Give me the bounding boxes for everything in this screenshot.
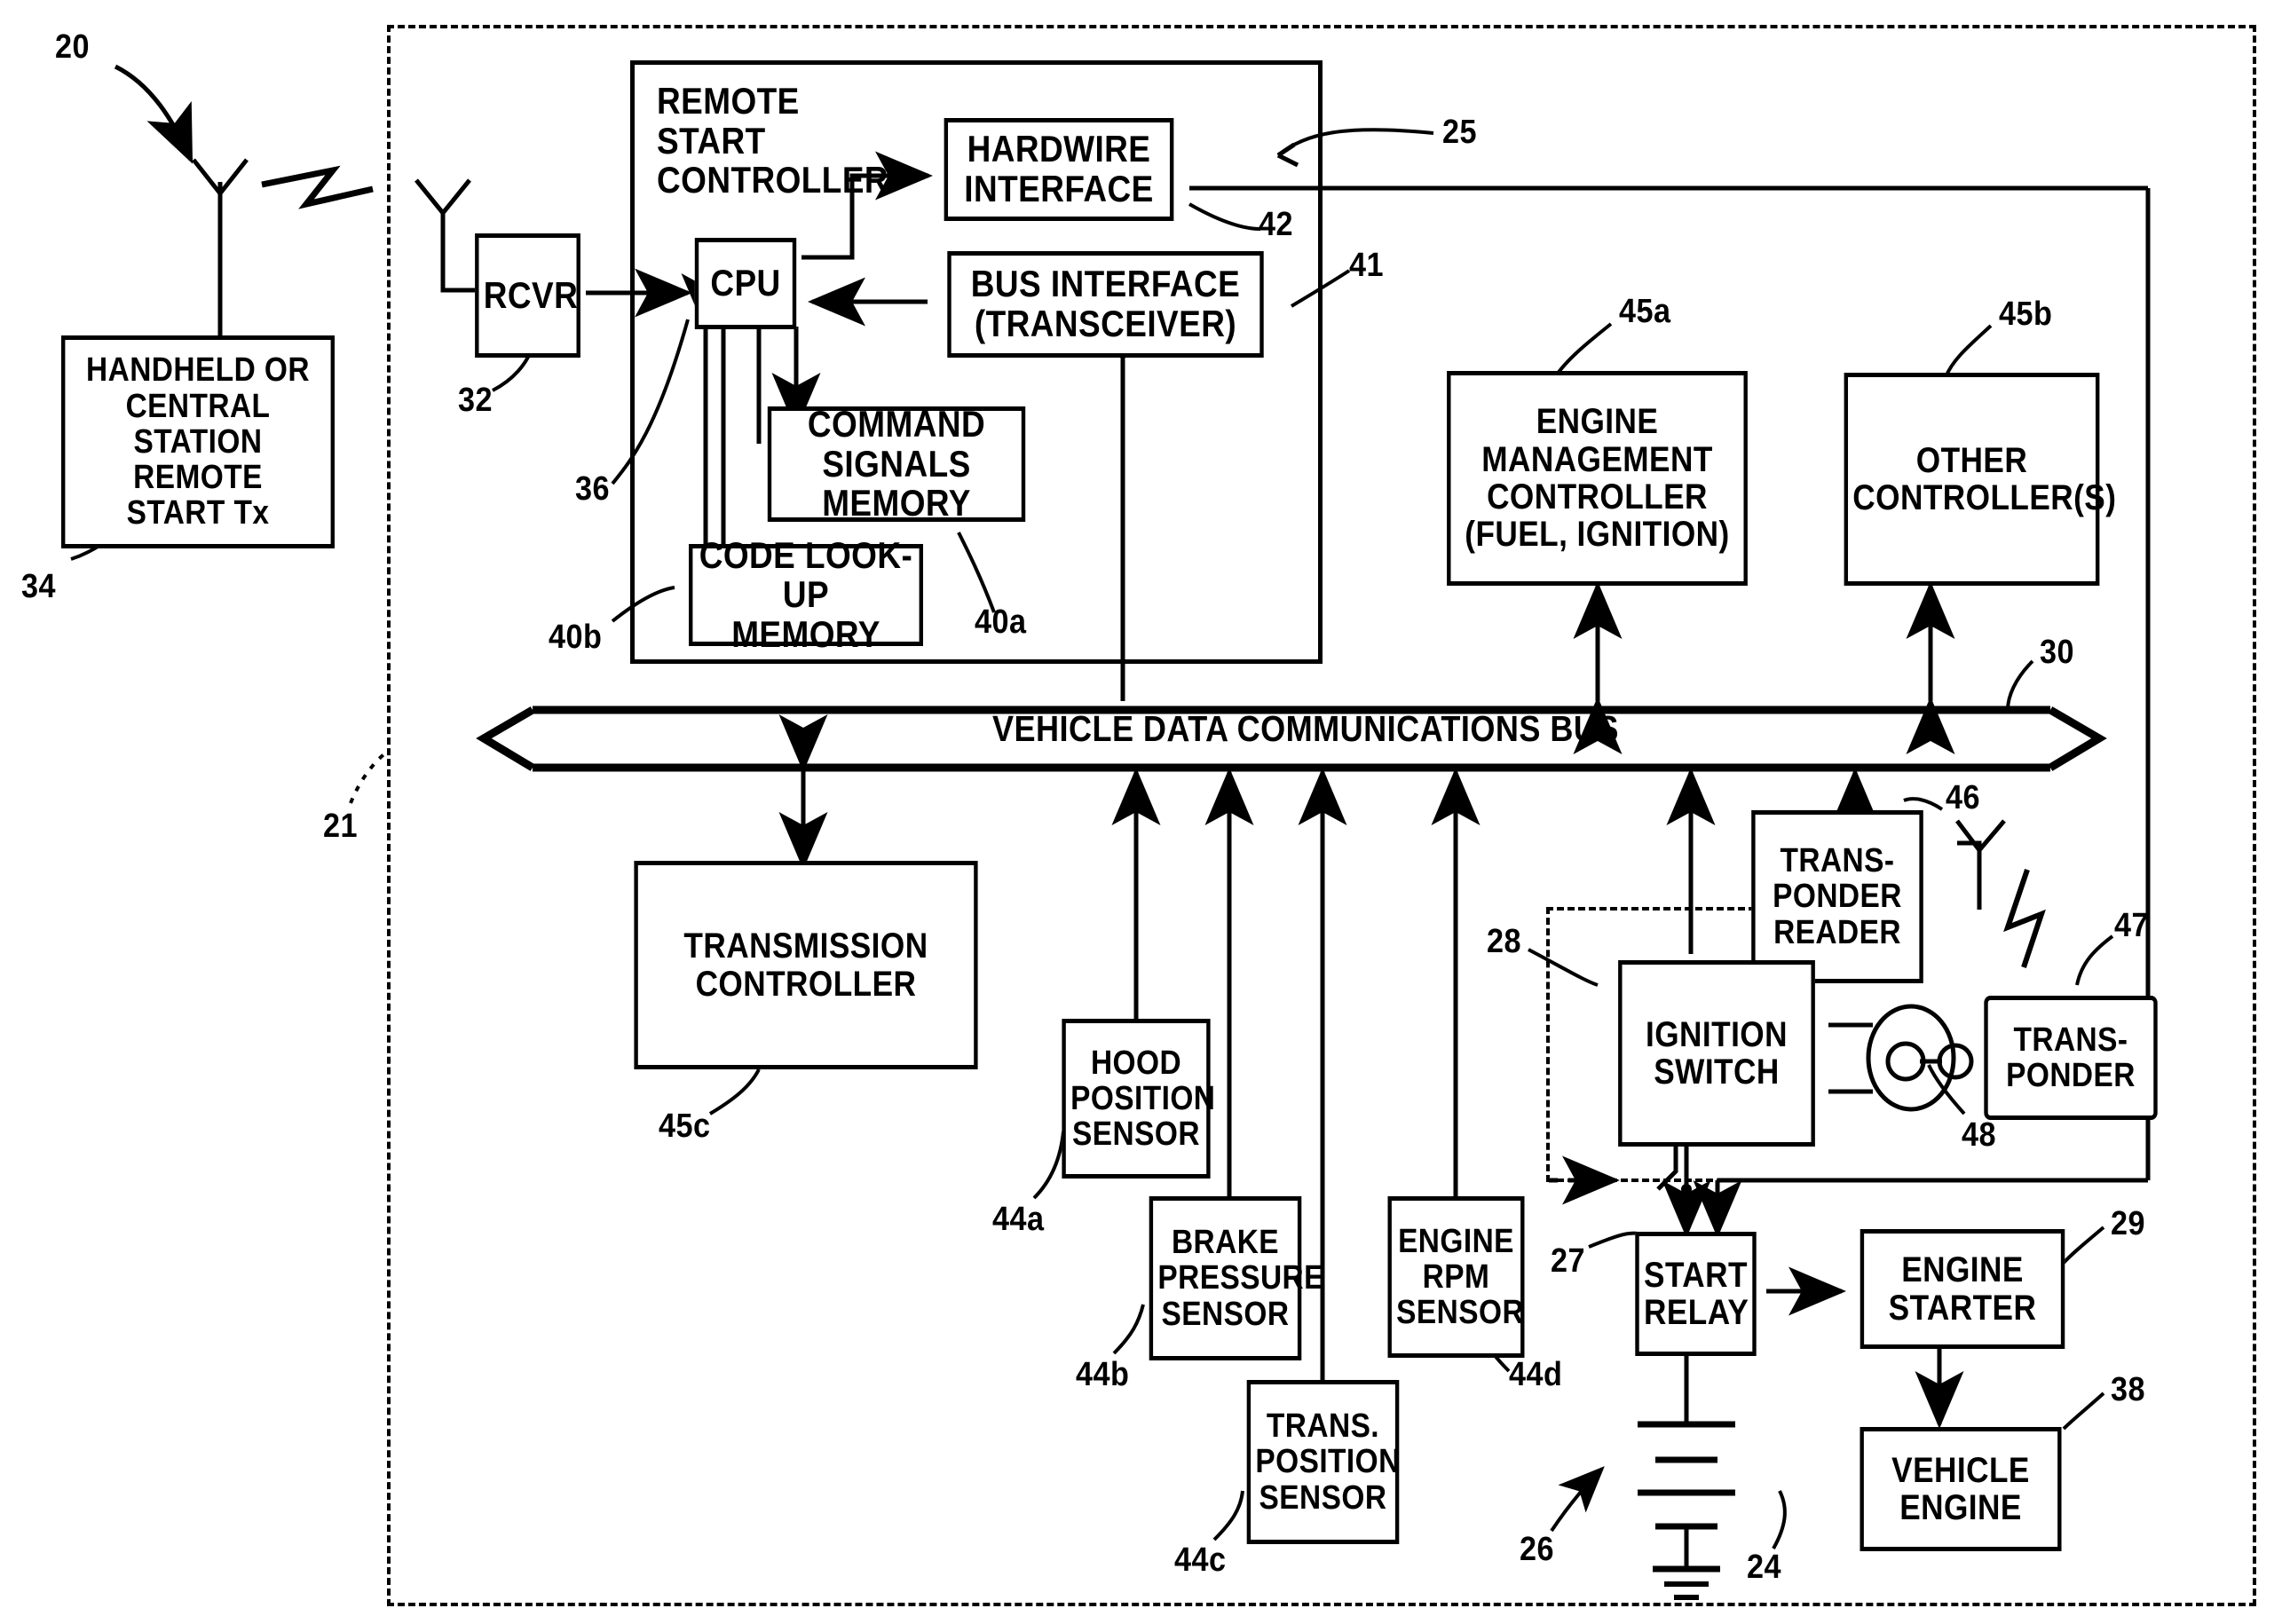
ref-44c: 44c [1174,1541,1227,1579]
engine-management-controller-box[interactable]: ENGINE MANAGEMENT CONTROLLER (FUEL, IGNI… [1447,371,1748,586]
bus-interface-box[interactable]: BUS INTERFACE (TRANSCEIVER) [947,251,1264,358]
other-controllers-label: OTHER CONTROLLER(S) [1852,440,2117,517]
transmission-controller-box[interactable]: TRANSMISSION CONTROLLER [634,861,978,1069]
ref-41: 41 [1349,247,1384,284]
ref-46: 46 [1946,779,1980,816]
ref-42: 42 [1259,206,1293,243]
transponder-reader-box[interactable]: TRANS- PONDER READER [1751,810,1923,983]
ref-28: 28 [1487,923,1521,960]
vehicle-engine-label: VEHICLE ENGINE [1891,1450,2030,1527]
ref-44a: 44a [992,1201,1045,1238]
transponder-reader-label: TRANS- PONDER READER [1773,842,1902,951]
trans-position-sensor-label: TRANS. POSITION SENSOR [1255,1407,1401,1517]
ref-34: 34 [21,568,56,605]
cpu-label: CPU [710,262,781,304]
brake-pressure-sensor-label: BRAKE PRESSURE SENSOR [1157,1224,1324,1333]
rcvr-label: RCVR [483,273,579,316]
engine-starter-box[interactable]: ENGINE STARTER [1860,1229,2065,1349]
ref-21: 21 [323,808,358,845]
hood-position-sensor-label: HOOD POSITION SENSOR [1070,1044,1216,1154]
ref-38: 38 [2111,1371,2145,1408]
hood-position-sensor-box[interactable]: HOOD POSITION SENSOR [1062,1019,1216,1179]
ignition-switch-label: IGNITION SWITCH [1646,1014,1788,1092]
ref-24: 24 [1747,1549,1781,1586]
handheld-remote-start-tx-label: HANDHELD OR CENTRAL STATION REMOTE START… [86,351,310,532]
rcvr-box[interactable]: RCVR [475,233,580,358]
code-lookup-memory-box[interactable]: CODE LOOK-UP MEMORY [689,535,923,653]
handheld-remote-start-tx-box[interactable]: HANDHELD OR CENTRAL STATION REMOTE START… [61,335,335,548]
ref-44b: 44b [1076,1356,1130,1393]
ref-45b: 45b [1999,296,2053,333]
command-signals-memory-label: COMMAND SIGNALS MEMORY [807,403,986,524]
engine-management-controller-label: ENGINE MANAGEMENT CONTROLLER (FUEL, IGNI… [1465,402,1730,555]
ref-26: 26 [1520,1531,1554,1568]
ref-25: 25 [1442,114,1477,151]
other-controllers-box[interactable]: OTHER CONTROLLER(S) [1844,373,2117,586]
ref-30: 30 [2040,634,2074,671]
code-lookup-memory-label: CODE LOOK-UP MEMORY [699,533,913,655]
cpu-box[interactable]: CPU [694,238,797,329]
patent-figure-sheet: REMOTE START CONTROLLER HANDHELD OR CENT… [0,0,2282,1624]
engine-rpm-sensor-box[interactable]: ENGINE RPM SENSOR [1387,1196,1525,1358]
brake-pressure-sensor-box[interactable]: BRAKE PRESSURE SENSOR [1149,1196,1324,1360]
ref-29: 29 [2111,1205,2145,1242]
hardwire-interface-box[interactable]: HARDWIRE INTERFACE [944,118,1174,221]
ref-20: 20 [55,28,90,66]
command-signals-memory-box[interactable]: COMMAND SIGNALS MEMORY [767,403,1026,524]
engine-starter-label: ENGINE STARTER [1888,1250,2037,1328]
vehicle-engine-box[interactable]: VEHICLE ENGINE [1860,1427,2062,1551]
ref-45c: 45c [659,1108,711,1145]
bus-interface-label: BUS INTERFACE (TRANSCEIVER) [970,263,1241,344]
vehicle-data-bus-label: VEHICLE DATA COMMUNICATIONS BUS [992,708,1619,749]
ref-44d: 44d [1509,1356,1563,1393]
transponder-label: TRANS- PONDER [2006,1021,2136,1094]
start-relay-box[interactable]: START RELAY [1635,1232,1757,1356]
engine-rpm-sensor-label: ENGINE RPM SENSOR [1396,1222,1525,1332]
ref-36: 36 [575,470,610,508]
ref-48: 48 [1962,1116,1996,1154]
hardwire-interface-label: HARDWIRE INTERFACE [964,128,1154,209]
ref-45a: 45a [1619,293,1671,330]
ref-32: 32 [458,382,493,419]
transmission-controller-label: TRANSMISSION CONTROLLER [683,926,928,1004]
ref-47: 47 [2114,907,2149,944]
ref-40b: 40b [549,619,603,656]
ref-27: 27 [1551,1242,1585,1280]
remote-start-controller-label: REMOTE START CONTROLLER [657,80,889,201]
ref-40a: 40a [975,603,1027,641]
start-relay-label: START RELAY [1643,1255,1749,1332]
ignition-switch-box[interactable]: IGNITION SWITCH [1618,960,1815,1147]
trans-position-sensor-box[interactable]: TRANS. POSITION SENSOR [1246,1380,1401,1544]
transponder-box[interactable]: TRANS- PONDER [1984,996,2158,1120]
